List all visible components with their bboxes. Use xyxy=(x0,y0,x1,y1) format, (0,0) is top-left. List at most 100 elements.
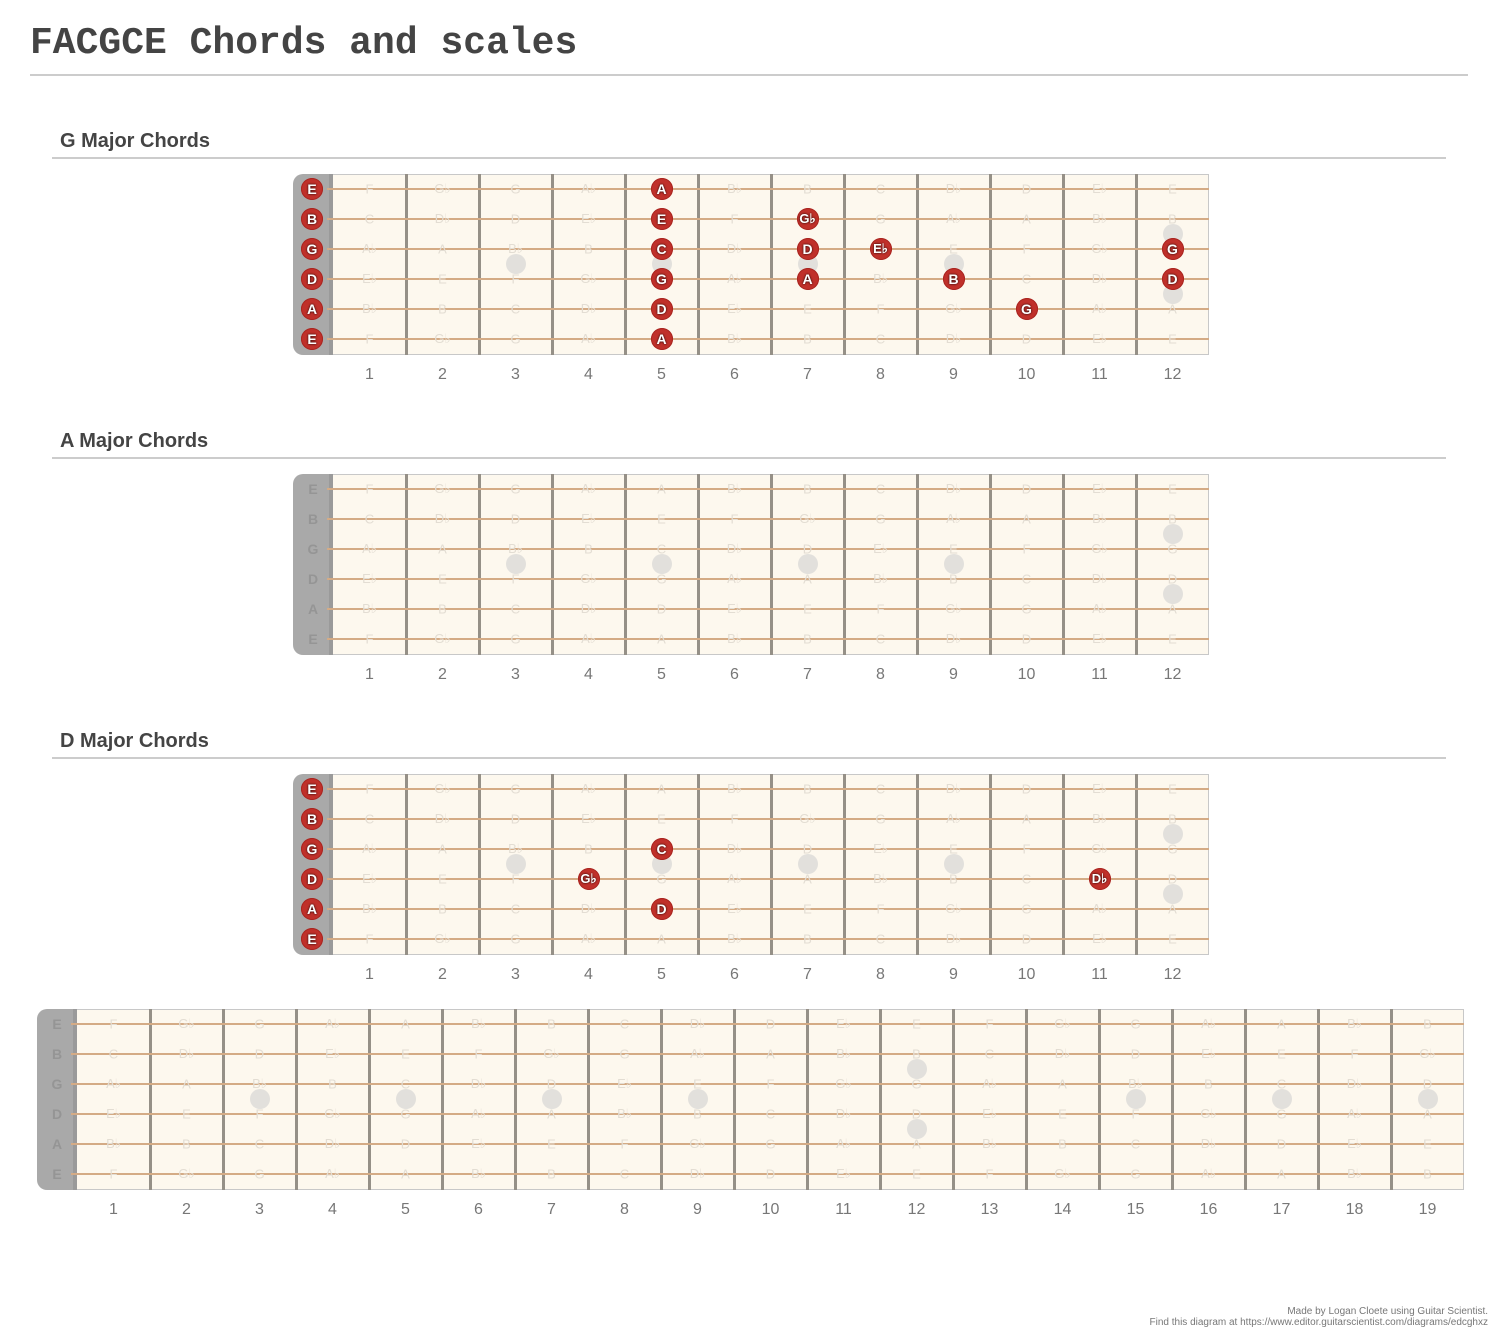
ghost-note-label: A xyxy=(766,1046,775,1062)
ghost-note-label: E xyxy=(949,841,958,857)
fret-number: 9 xyxy=(949,366,958,383)
ghost-note-label: F xyxy=(730,811,739,827)
chord-note-marker[interactable]: A xyxy=(650,328,673,350)
chord-note-marker[interactable]: E♭ xyxy=(869,238,892,260)
ghost-note-label: A xyxy=(657,931,666,947)
chord-note-marker[interactable]: G xyxy=(650,268,673,290)
ghost-note-label: A♭ xyxy=(362,241,377,256)
ghost-note-label: B♭ xyxy=(873,271,888,286)
ghost-note-label: G♭ xyxy=(1091,241,1108,256)
ghost-note-label: A xyxy=(1022,511,1031,527)
fret-number: 11 xyxy=(1091,966,1108,983)
fret-number: 6 xyxy=(730,366,739,383)
ghost-note-label: G♭ xyxy=(799,511,816,526)
ghost-note-label: G♭ xyxy=(1419,1046,1436,1061)
ghost-note-label: B♭ xyxy=(836,1046,851,1061)
ghost-note-label: A xyxy=(1168,301,1177,317)
footer-credit: Made by Logan Cloete using Guitar Scient… xyxy=(1287,1306,1488,1317)
ghost-note-label: D xyxy=(510,211,521,227)
ghost-note-label: E♭ xyxy=(727,601,742,616)
ghost-note-label: B♭ xyxy=(1347,1016,1362,1031)
ghost-note-label: A♭ xyxy=(581,631,596,646)
ghost-note-label: D xyxy=(1021,631,1032,647)
ghost-note-label: D♭ xyxy=(689,1016,706,1031)
ghost-note-label: G xyxy=(510,481,521,497)
chord-note-marker[interactable]: B xyxy=(942,268,965,290)
chord-note-marker[interactable]: A xyxy=(796,268,819,290)
ghost-note-label: E xyxy=(803,901,812,917)
chord-note-marker[interactable]: E xyxy=(650,208,673,230)
ghost-note-label: B xyxy=(1423,1016,1432,1032)
chord-note-marker[interactable]: D xyxy=(650,298,673,320)
ghost-note-label: E♭ xyxy=(106,1106,121,1121)
ghost-note-label: D♭ xyxy=(945,331,962,346)
fret-number: 1 xyxy=(365,666,374,683)
ghost-note-label: E♭ xyxy=(727,301,742,316)
ghost-note-label: G xyxy=(1167,841,1178,857)
ghost-note-label: C xyxy=(254,1136,265,1152)
fretboard-body xyxy=(77,1009,1464,1190)
ghost-note-label: E xyxy=(657,811,666,827)
ghost-note-label: D xyxy=(254,1046,265,1062)
ghost-note-label: A xyxy=(401,1016,410,1032)
ghost-note-label: G xyxy=(254,1016,265,1032)
section-divider xyxy=(52,157,1446,159)
ghost-note-label: D♭ xyxy=(945,481,962,496)
ghost-note-label: G♭ xyxy=(580,271,597,286)
ghost-note-label: A♭ xyxy=(727,571,742,586)
ghost-note-label: E♭ xyxy=(1092,781,1107,796)
ghost-note-label: G♭ xyxy=(835,1076,852,1091)
ghost-note-label: B♭ xyxy=(362,901,377,916)
fret-wire xyxy=(295,1009,298,1190)
open-string-label: D xyxy=(51,1106,63,1122)
ghost-note-label: A xyxy=(1277,1016,1286,1032)
fret-wire xyxy=(1390,1009,1393,1190)
fret-number: 6 xyxy=(474,1201,483,1218)
chord-note-marker[interactable]: D♭ xyxy=(1088,868,1111,890)
ghost-note-label: F xyxy=(365,631,374,647)
ghost-note-label: D xyxy=(510,811,521,827)
ghost-note-label: G♭ xyxy=(1091,541,1108,556)
ghost-note-label: F xyxy=(730,211,739,227)
ghost-note-label: A xyxy=(1423,1106,1432,1122)
chord-note-marker[interactable]: G♭ xyxy=(796,208,819,230)
chord-note-marker[interactable]: A xyxy=(650,178,673,200)
chord-note-marker[interactable]: D xyxy=(796,238,819,260)
ghost-note-label: C xyxy=(1021,571,1032,587)
chord-note-marker[interactable]: D xyxy=(1161,268,1184,290)
footer-link[interactable]: Find this diagram at https://www.editor.… xyxy=(1150,1317,1488,1328)
ghost-note-label: E xyxy=(182,1106,191,1122)
ghost-note-label: B xyxy=(584,241,593,257)
chord-note-marker[interactable]: G xyxy=(1015,298,1038,320)
ghost-note-label: F xyxy=(474,1046,483,1062)
fret-number: 7 xyxy=(547,1201,556,1218)
chord-note-marker[interactable]: G♭ xyxy=(577,868,600,890)
fret-wire xyxy=(879,1009,882,1190)
ghost-note-label: A♭ xyxy=(581,781,596,796)
chord-note-marker[interactable]: G xyxy=(1161,238,1184,260)
ghost-note-label: G xyxy=(400,1106,411,1122)
fret-wire xyxy=(551,174,554,355)
chord-note-marker[interactable]: D xyxy=(650,898,673,920)
ghost-note-label: D xyxy=(400,1136,411,1152)
ghost-note-label: F xyxy=(511,871,520,887)
ghost-note-label: E♭ xyxy=(727,901,742,916)
chord-note-marker[interactable]: C xyxy=(650,838,673,860)
fret-wire xyxy=(916,174,919,355)
ghost-note-label: F xyxy=(365,331,374,347)
ghost-note-label: A♭ xyxy=(581,481,596,496)
ghost-note-label: G♭ xyxy=(945,301,962,316)
section-title-g-major: G Major Chords xyxy=(60,130,211,152)
chord-note-marker[interactable]: C xyxy=(650,238,673,260)
ghost-note-label: G xyxy=(1130,1016,1141,1032)
ghost-note-label: G♭ xyxy=(434,781,451,796)
ghost-note-label: F xyxy=(365,781,374,797)
fret-number: 5 xyxy=(657,966,666,983)
ghost-note-label: E♭ xyxy=(362,871,377,886)
open-string-label: D xyxy=(307,571,319,587)
ghost-note-label: A xyxy=(438,841,447,857)
fret-wire xyxy=(916,474,919,655)
fret-wire xyxy=(697,174,700,355)
ghost-note-label: B♭ xyxy=(362,301,377,316)
ghost-note-label: G xyxy=(1021,601,1032,617)
